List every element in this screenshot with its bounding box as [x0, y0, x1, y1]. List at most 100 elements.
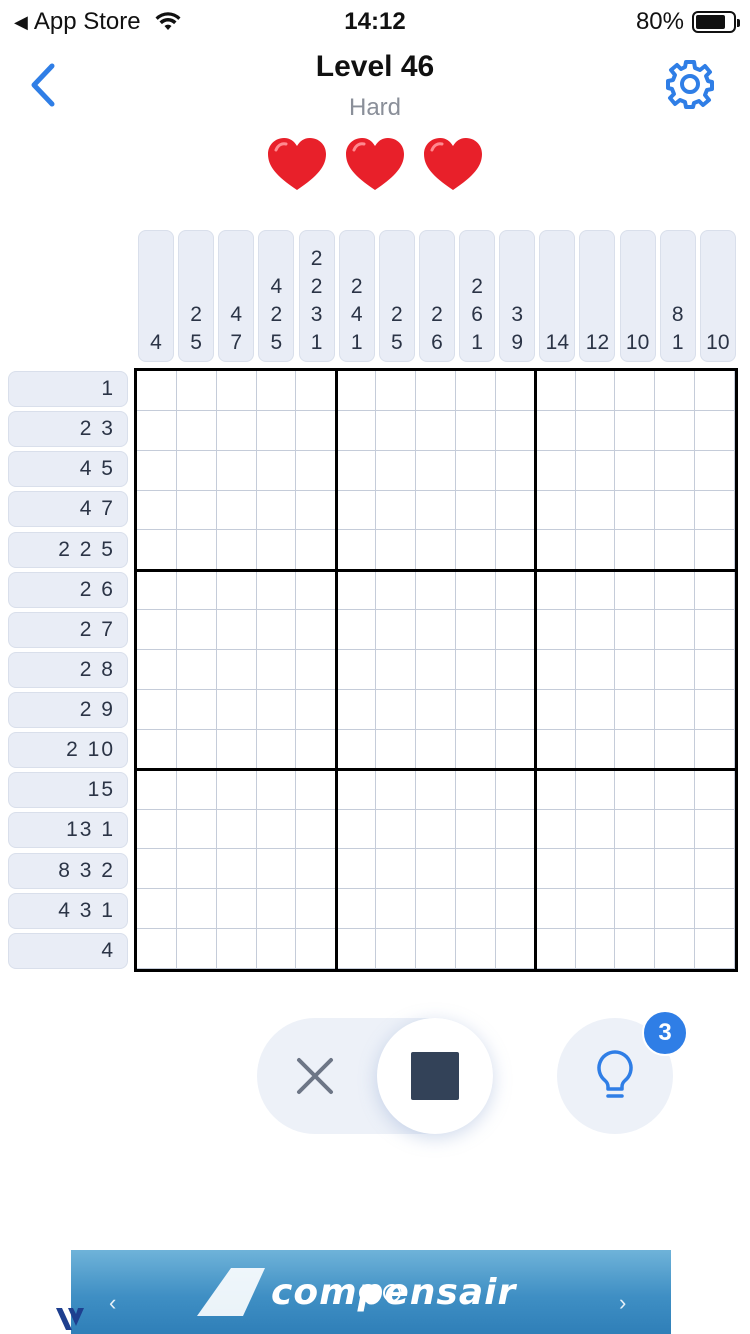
fill-mode-button[interactable]	[377, 1018, 493, 1134]
grid-cell[interactable]	[615, 410, 656, 451]
grid-cell[interactable]	[137, 410, 177, 451]
grid-cell[interactable]	[376, 729, 417, 770]
grid-cell[interactable]	[416, 889, 456, 930]
grid-cell[interactable]	[575, 410, 616, 451]
grid-cell[interactable]	[216, 809, 257, 850]
grid-cell[interactable]	[416, 729, 456, 770]
grid-cell[interactable]	[495, 689, 536, 730]
grid-cell[interactable]	[296, 570, 337, 611]
grid-cell[interactable]	[376, 769, 417, 810]
grid-cell[interactable]	[575, 650, 616, 690]
grid-cell[interactable]	[695, 849, 735, 890]
grid-cell[interactable]	[376, 849, 417, 890]
grid-cell[interactable]	[575, 450, 616, 491]
grid-cell[interactable]	[376, 929, 417, 969]
grid-cell[interactable]	[296, 929, 337, 969]
grid-cell[interactable]	[455, 610, 496, 651]
grid-cell[interactable]	[176, 490, 217, 531]
grid-cell[interactable]	[495, 610, 536, 651]
grid-cell[interactable]	[615, 570, 656, 611]
grid-cell[interactable]	[655, 610, 696, 651]
grid-cell[interactable]	[655, 450, 696, 491]
grid-cell[interactable]	[336, 371, 377, 411]
grid-cell[interactable]	[575, 809, 616, 850]
grid-cell[interactable]	[535, 530, 576, 571]
grid-cell[interactable]	[137, 769, 177, 810]
grid-cell[interactable]	[296, 769, 337, 810]
grid-cell[interactable]	[655, 729, 696, 770]
grid-cell[interactable]	[137, 530, 177, 571]
grid-cell[interactable]	[535, 929, 576, 969]
puzzle-grid[interactable]	[134, 368, 738, 972]
grid-cell[interactable]	[455, 769, 496, 810]
grid-cell[interactable]	[655, 530, 696, 571]
grid-cell[interactable]	[137, 490, 177, 531]
grid-cell[interactable]	[296, 809, 337, 850]
grid-cell[interactable]	[615, 610, 656, 651]
grid-cell[interactable]	[655, 410, 696, 451]
grid-cell[interactable]	[615, 650, 656, 690]
grid-cell[interactable]	[256, 809, 297, 850]
grid-cell[interactable]	[615, 689, 656, 730]
cross-mode-button[interactable]	[277, 1038, 353, 1114]
grid-cell[interactable]	[695, 410, 735, 451]
grid-cell[interactable]	[137, 729, 177, 770]
grid-cell[interactable]	[575, 610, 616, 651]
grid-cell[interactable]	[535, 769, 576, 810]
grid-cell[interactable]	[455, 849, 496, 890]
grid-cell[interactable]	[176, 610, 217, 651]
grid-cell[interactable]	[137, 650, 177, 690]
grid-cell[interactable]	[176, 809, 217, 850]
grid-cell[interactable]	[416, 849, 456, 890]
grid-cell[interactable]	[495, 450, 536, 491]
grid-cell[interactable]	[416, 450, 456, 491]
grid-cell[interactable]	[296, 530, 337, 571]
grid-cell[interactable]	[216, 410, 257, 451]
grid-cell[interactable]	[416, 410, 456, 451]
grid-cell[interactable]	[296, 849, 337, 890]
grid-cell[interactable]	[176, 689, 217, 730]
grid-cell[interactable]	[575, 929, 616, 969]
grid-cell[interactable]	[615, 849, 656, 890]
grid-cell[interactable]	[655, 809, 696, 850]
grid-cell[interactable]	[216, 570, 257, 611]
grid-cell[interactable]	[176, 530, 217, 571]
grid-cell[interactable]	[416, 530, 456, 571]
grid-cell[interactable]	[256, 849, 297, 890]
grid-cell[interactable]	[455, 371, 496, 411]
grid-cell[interactable]	[296, 689, 337, 730]
grid-cell[interactable]	[296, 450, 337, 491]
grid-cell[interactable]	[495, 530, 536, 571]
grid-cell[interactable]	[575, 530, 616, 571]
grid-cell[interactable]	[176, 849, 217, 890]
grid-cell[interactable]	[535, 889, 576, 930]
grid-cell[interactable]	[256, 530, 297, 571]
grid-cell[interactable]	[376, 490, 417, 531]
grid-cell[interactable]	[455, 729, 496, 770]
grid-cell[interactable]	[615, 729, 656, 770]
grid-cell[interactable]	[655, 889, 696, 930]
grid-cell[interactable]	[216, 371, 257, 411]
grid-cell[interactable]	[695, 809, 735, 850]
grid-cell[interactable]	[336, 769, 377, 810]
grid-cell[interactable]	[695, 689, 735, 730]
grid-cell[interactable]	[416, 371, 456, 411]
grid-cell[interactable]	[455, 410, 496, 451]
grid-cell[interactable]	[535, 410, 576, 451]
grid-cell[interactable]	[615, 490, 656, 531]
grid-cell[interactable]	[176, 410, 217, 451]
grid-cell[interactable]	[336, 450, 377, 491]
grid-cell[interactable]	[376, 530, 417, 571]
grid-cell[interactable]	[535, 650, 576, 690]
grid-cell[interactable]	[655, 650, 696, 690]
grid-cell[interactable]	[137, 929, 177, 969]
grid-cell[interactable]	[137, 570, 177, 611]
grid-cell[interactable]	[256, 410, 297, 451]
grid-cell[interactable]	[575, 729, 616, 770]
grid-cell[interactable]	[495, 490, 536, 531]
grid-cell[interactable]	[256, 769, 297, 810]
grid-cell[interactable]	[695, 769, 735, 810]
grid-cell[interactable]	[137, 689, 177, 730]
grid-cell[interactable]	[535, 570, 576, 611]
grid-cell[interactable]	[137, 809, 177, 850]
